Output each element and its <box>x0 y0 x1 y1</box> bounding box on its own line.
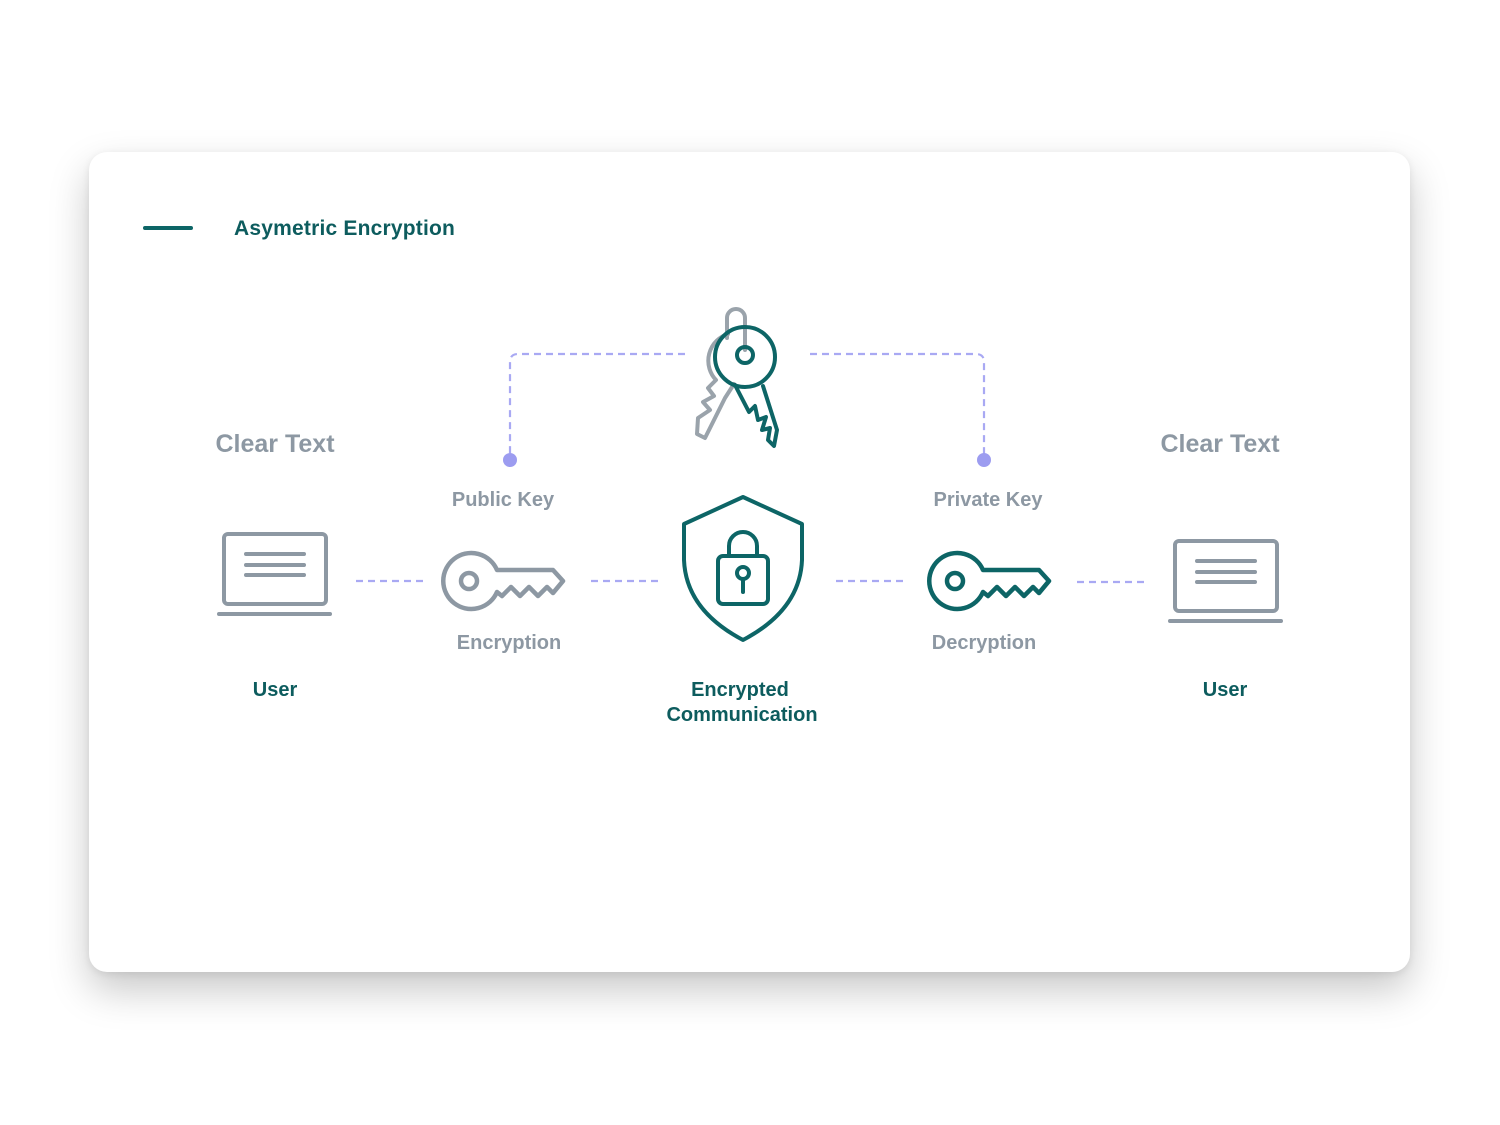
public-key-label: Public Key <box>451 489 555 511</box>
legend-line <box>143 226 193 230</box>
diagram-title: Asymetric Encryption <box>234 217 456 240</box>
right-clear-text-label: Clear Text <box>1160 430 1280 458</box>
right-user-label: User <box>1202 679 1248 701</box>
left-user-label: User <box>252 679 298 701</box>
encryption-label: Encryption <box>456 632 562 654</box>
encrypted-label-line1: Encrypted <box>691 679 789 701</box>
encrypted-label-line2: Communication <box>666 704 818 726</box>
decryption-label: Decryption <box>931 632 1037 654</box>
diagram-card <box>89 152 1410 972</box>
private-key-label: Private Key <box>933 489 1043 511</box>
left-clear-text-label: Clear Text <box>215 430 335 458</box>
